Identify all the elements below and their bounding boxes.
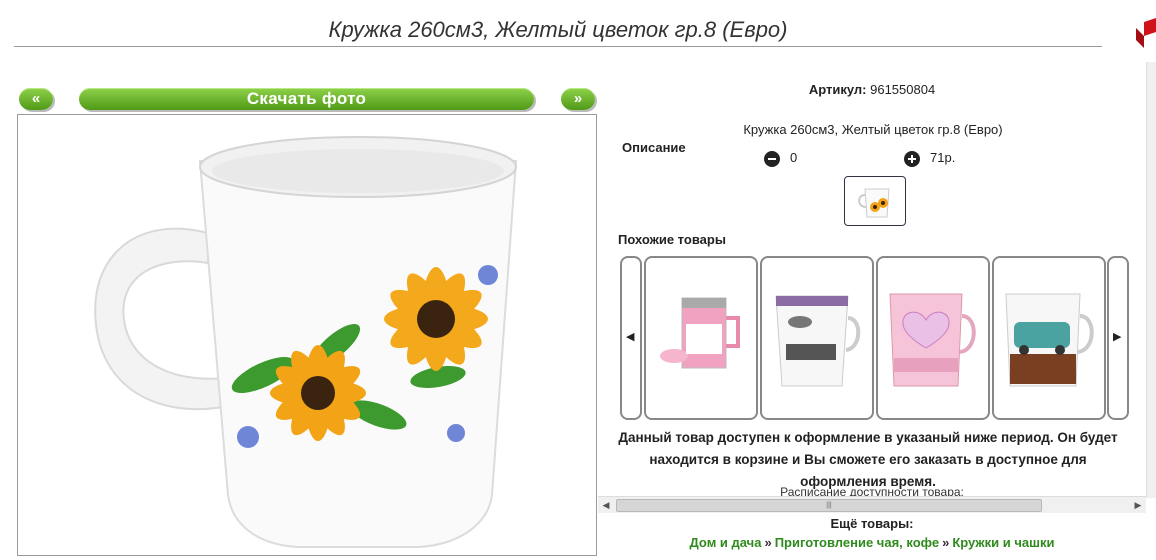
quantity-control: 0 <box>764 150 797 167</box>
plus-circle-icon[interactable] <box>904 150 920 167</box>
scroll-left-icon[interactable]: ◀ <box>598 497 614 513</box>
price-value: 71р. <box>930 150 956 165</box>
carousel-next-button[interactable]: ▶ <box>1107 256 1129 420</box>
product-thumbnail[interactable] <box>844 176 906 226</box>
similar-item-car-mug[interactable] <box>760 256 874 420</box>
description-text: Кружка 260см3, Желтый цветок гр.8 (Евро) <box>743 122 1003 137</box>
vertical-scrollbar[interactable] <box>1146 62 1156 498</box>
carousel-prev-button[interactable]: ◀ <box>620 256 642 420</box>
similar-products-label: Похожие товары <box>618 232 726 247</box>
article-line: Артикул: 961550804 <box>598 82 1146 97</box>
skip-back-icon: ◀ <box>626 331 635 343</box>
minus-circle-icon[interactable] <box>764 150 780 167</box>
availability-notice: Данный товар доступен к оформление в ука… <box>618 430 1118 489</box>
product-details-panel: Артикул: 961550804 Описание Кружка 260см… <box>598 72 1146 512</box>
article-value: 961550804 <box>870 82 936 97</box>
similar-item-heart-mug[interactable] <box>876 256 990 420</box>
skip-forward-icon: ▶ <box>1113 331 1122 343</box>
scroll-right-icon[interactable]: ▶ <box>1130 497 1146 513</box>
prev-photo-button[interactable]: « <box>19 88 53 110</box>
more-goods-label: Ещё товары: <box>830 516 914 531</box>
product-photo <box>17 114 597 556</box>
download-photo-button[interactable]: Скачать фото <box>79 88 534 110</box>
similar-item-retro-car-mug[interactable] <box>992 256 1106 420</box>
page-title: Кружка 260см3, Желтый цветок гр.8 (Евро) <box>14 14 1102 47</box>
next-photo-button[interactable]: » <box>561 88 595 110</box>
article-label: Артикул: <box>808 82 867 97</box>
price-control: 71р. <box>904 150 955 167</box>
similar-products-carousel: ◀ ▶ <box>620 256 1130 420</box>
mug-image <box>94 136 518 548</box>
red-cube-icon[interactable] <box>1136 18 1156 50</box>
similar-item-self-stirring-mug[interactable] <box>644 256 758 420</box>
quantity-value: 0 <box>790 150 798 165</box>
description-label: Описание <box>622 140 686 155</box>
horizontal-scrollbar[interactable]: ◀ ||| ▶ <box>598 496 1146 513</box>
scrollbar-thumb[interactable]: ||| <box>616 499 1042 512</box>
